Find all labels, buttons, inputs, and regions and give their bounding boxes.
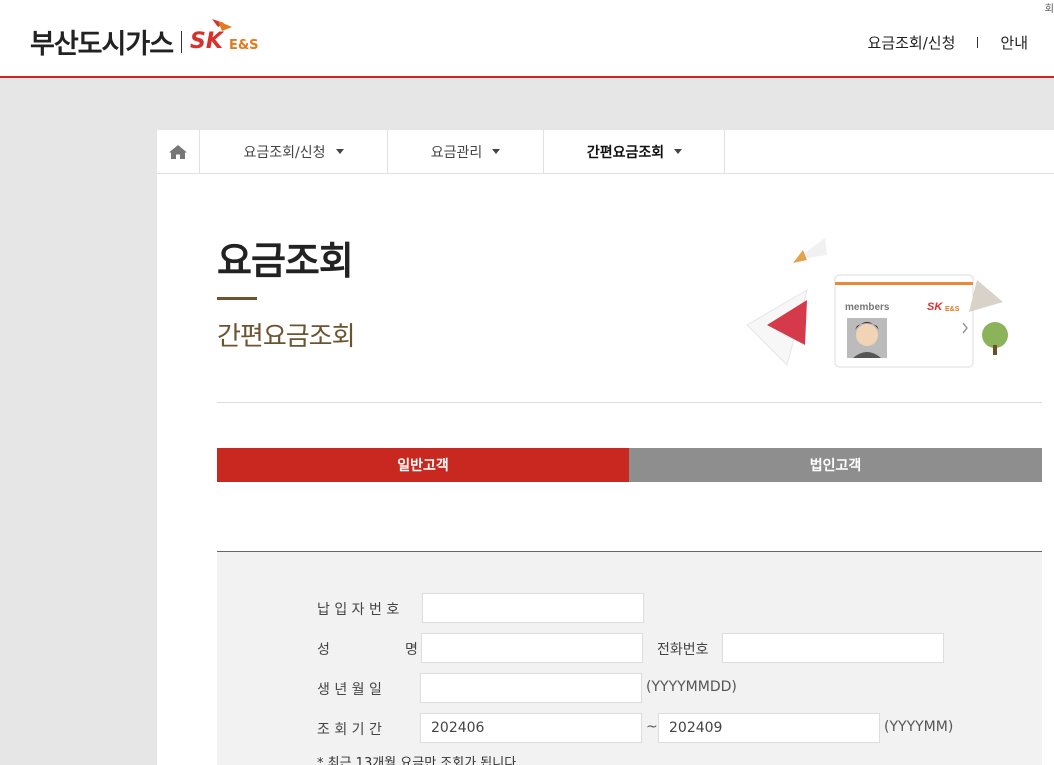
top-nav-guide[interactable]: 안내 <box>1000 32 1028 53</box>
home-icon <box>169 144 187 159</box>
tab-general-customer[interactable]: 일반고객 <box>217 448 629 482</box>
top-nav: 요금조회/신청 안내 <box>868 32 1028 53</box>
logo-es: E&S <box>228 38 259 53</box>
top-corner-text: 회 <box>1044 4 1054 15</box>
period-label: 조 회 기 간 <box>317 722 382 738</box>
caret-down-icon <box>674 149 683 154</box>
breadcrumb-nav: 요금조회/신청 요금관리 간편요금조회 <box>157 130 1054 174</box>
phone-label: 전화번호 <box>657 642 709 658</box>
title-underline <box>217 297 257 300</box>
period-hint: (YYYYMM) <box>884 719 954 735</box>
page-title: 요금조회 <box>217 239 354 283</box>
card-sk-text: SK <box>927 301 943 313</box>
name-label-1: 성 <box>317 642 330 658</box>
gnb-item-label: 요금관리 <box>430 144 483 161</box>
period-notice: * 최근 13개월 요금만 조회가 됩니다 <box>317 756 517 765</box>
gnb-item-fee-management[interactable]: 요금관리 <box>387 130 543 173</box>
gnb-divider <box>724 130 725 173</box>
tab-corporate-customer[interactable]: 법인고객 <box>629 448 1042 482</box>
members-card-illustration: members SK E&S <box>746 238 1008 368</box>
content-panel: 요금조회/신청 요금관리 간편요금조회 요금조회 간편요금조회 members … <box>157 130 1054 765</box>
caret-down-icon <box>335 149 344 154</box>
home-button[interactable] <box>157 130 199 173</box>
caret-down-icon <box>492 149 501 154</box>
page-subtitle: 간편요금조회 <box>217 322 356 352</box>
birth-date-label: 생 년 월 일 <box>317 682 382 698</box>
card-es-text: E&S <box>945 306 960 313</box>
card-members-text: members <box>845 302 890 313</box>
birth-date-input[interactable] <box>420 673 642 703</box>
payer-number-input[interactable] <box>422 593 644 623</box>
logo-text: 부산도시가스 <box>30 29 174 60</box>
phone-input[interactable] <box>722 633 944 663</box>
top-nav-divider <box>977 37 979 48</box>
gnb-item-label: 간편요금조회 <box>586 144 665 161</box>
name-input[interactable] <box>421 633 643 663</box>
section-divider <box>217 402 1042 403</box>
top-nav-fee-inquiry[interactable]: 요금조회/신청 <box>868 32 956 53</box>
gnb-item-quick-inquiry[interactable]: 간편요금조회 <box>543 130 725 173</box>
name-label-2: 명 <box>405 642 418 658</box>
logo-separator <box>181 30 183 53</box>
logo-sk: SK <box>190 19 233 54</box>
customer-type-tabs: 일반고객 법인고객 <box>217 448 1042 482</box>
period-separator: ~ <box>646 719 658 735</box>
period-from-input[interactable]: 202406 <box>420 713 642 743</box>
gnb-item-label: 요금조회/신청 <box>243 144 326 161</box>
sk-wing-icon <box>212 19 233 31</box>
period-to-input[interactable]: 202409 <box>658 713 880 743</box>
inquiry-form: 납 입 자 번 호 성 명 전화번호 생 년 월 일 (YYYYMMDD) 조 … <box>217 551 1042 765</box>
payer-number-label: 납 입 자 번 호 <box>317 602 400 618</box>
gnb-item-fee-inquiry[interactable]: 요금조회/신청 <box>199 130 387 173</box>
birth-date-hint: (YYYYMMDD) <box>646 679 737 695</box>
site-logo[interactable]: 부산도시가스 SK E&S <box>30 19 259 61</box>
site-header: 회 부산도시가스 SK E&S 요금조회/신청 안내 <box>0 0 1054 78</box>
